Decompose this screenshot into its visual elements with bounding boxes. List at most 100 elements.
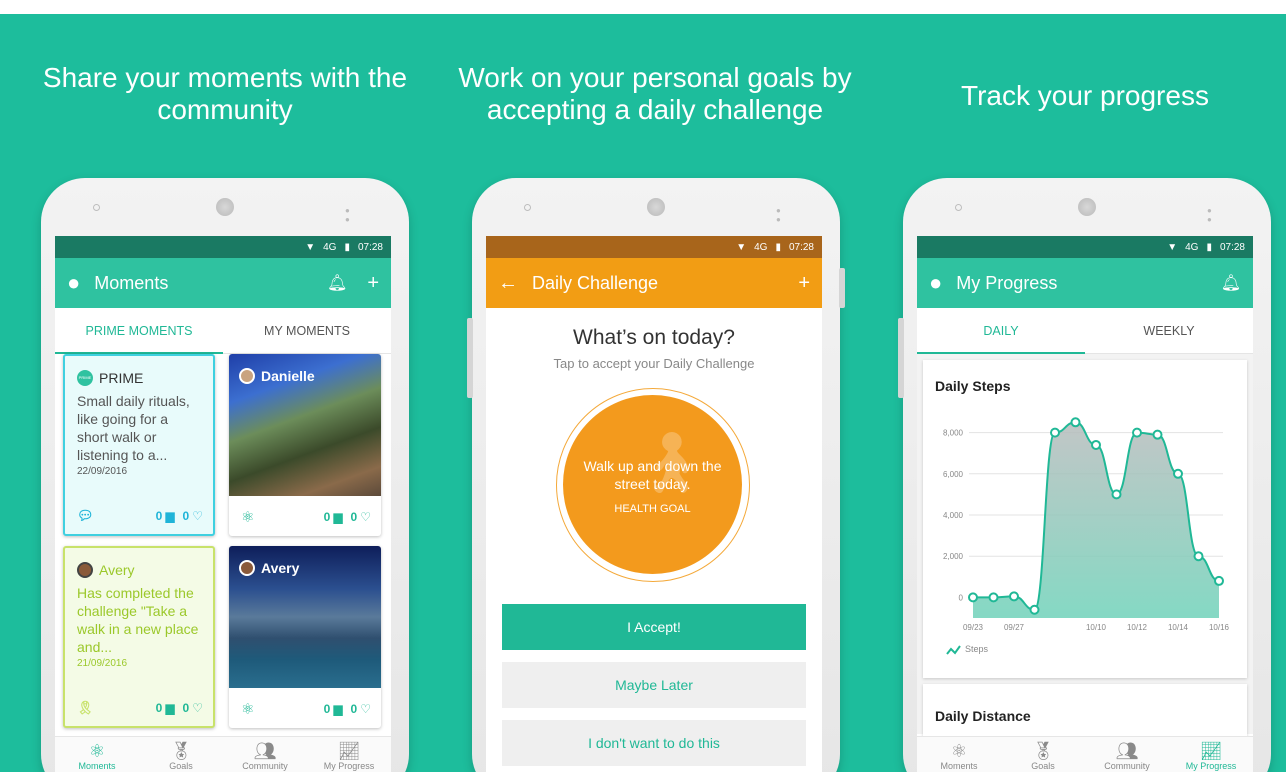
card-date: 22/09/2016 [77, 466, 128, 477]
app-bar: ● Moments 🔔︎ + [55, 258, 391, 308]
comment-icon[interactable]: ▆ [165, 509, 174, 523]
comment-count: 0 [155, 701, 163, 715]
comment-icon[interactable]: ▆ [333, 702, 342, 716]
bottom-nav: ⚛ Moments 🏅︎ Goals 👥︎ Community 📈︎ My Progre… [917, 736, 1253, 772]
maybe-later-button[interactable]: Maybe Later [502, 662, 806, 708]
y-tick-label: 4,000 [943, 511, 964, 520]
steps-chart: 8,000 6,000 4,000 2,000 0 09/23 09/27 10/10 10/1… [943, 417, 1230, 655]
side-button [467, 318, 473, 398]
wifi-icon: ▼ [736, 241, 747, 253]
nav-community[interactable]: 👥︎ Community [223, 737, 307, 772]
comment-count: 0 [323, 510, 331, 524]
medal-icon: 🏅︎ [1031, 741, 1055, 761]
nav-moments[interactable]: ⚛ Moments [55, 737, 139, 772]
card-footer: ⚛ 0 ▆ 0 ♡ [241, 508, 371, 526]
tab-prime-moments[interactable]: PRIME MOMENTS [55, 308, 223, 354]
bell-icon[interactable]: 🔔︎ [1221, 273, 1241, 293]
signal-icon: 4G [323, 241, 337, 253]
top-band [0, 0, 1286, 14]
side-button [898, 318, 904, 398]
nav-goals[interactable]: 🏅︎ Goals [1001, 737, 1085, 772]
challenge-circle[interactable]: 🚶︎ Walk up and down the street today. HE… [556, 388, 750, 582]
screen-title: Daily Challenge [532, 272, 659, 293]
tab-my-moments[interactable]: MY MOMENTS [223, 308, 391, 353]
heart-icon[interactable]: ♡ [360, 702, 371, 716]
battery-icon: ▮ [344, 241, 350, 253]
photo-bridge: Avery [229, 546, 381, 688]
camera [524, 204, 531, 211]
data-point [1214, 575, 1224, 586]
side-button [839, 268, 845, 308]
caption-challenge: Work on your personal goals by accepting… [458, 62, 852, 125]
chat-icon[interactable]: 💬︎ [77, 508, 94, 524]
y-tick-label: 6,000 [943, 470, 964, 479]
clock: 07:28 [357, 241, 383, 253]
x-tick-label: 09/27 [1004, 623, 1025, 632]
heart-icon[interactable]: ♡ [360, 510, 371, 524]
tab-weekly[interactable]: WEEKLY [1085, 308, 1253, 353]
speaker [216, 198, 234, 216]
avatar [239, 368, 255, 384]
add-icon[interactable]: + [367, 272, 379, 295]
data-point [1111, 489, 1122, 500]
atom-icon: ⚛ [88, 741, 106, 761]
y-tick-label: 2,000 [943, 552, 964, 561]
card-footer: 🎗︎ 0 ▆ 0 ♡ [77, 700, 203, 716]
moment-card-prime[interactable]: PRIME PRIME Small daily rituals, like go… [63, 354, 215, 536]
comment-icon[interactable]: ▆ [333, 510, 342, 524]
data-point [1193, 551, 1204, 562]
card-footer: ⚛ 0 ▆ 0 ♡ [241, 700, 371, 718]
nav-community[interactable]: 👥︎ Community [1085, 737, 1169, 772]
heart-icon[interactable]: ♡ [192, 509, 203, 523]
moment-card-photo[interactable]: Danielle ⚛ 0 ▆ 0 ♡ [229, 354, 381, 536]
data-point [1050, 427, 1060, 438]
like-count: 0 [182, 701, 190, 715]
like-count: 0 [182, 509, 190, 523]
moment-card-avery[interactable]: Avery Has completed the challenge "Take … [63, 546, 215, 728]
prime-badge: PRIME [77, 370, 93, 386]
avatar [239, 560, 255, 576]
nav-goals[interactable]: 🏅︎ Goals [139, 737, 223, 772]
nav-my-progress[interactable]: 📈︎ My Progress [307, 737, 391, 772]
phone-challenge: ● ● ▼ 4G ▮ 07:28 ← Daily Challenge + Wha… [467, 178, 845, 772]
accept-button[interactable]: I Accept! [502, 604, 806, 650]
data-point [968, 592, 978, 603]
caption-moments: Share your moments with the community [42, 62, 408, 125]
phone-moments: ● ● ▼ 4G ▮ 07:28 ● Moments 🔔︎ + PRIME MO… [41, 178, 409, 772]
data-point [1132, 427, 1142, 438]
moment-card-photo[interactable]: Avery ⚛ 0 ▆ 0 ♡ [229, 546, 381, 728]
tab-bar: DAILY WEEKLY [917, 308, 1253, 354]
clock: 07:28 [788, 241, 814, 253]
card-author: Avery [99, 562, 135, 578]
y-tick-label: 0 [959, 593, 964, 602]
nav-moments[interactable]: ⚛ Moments [917, 737, 1001, 772]
comment-count: 0 [155, 509, 163, 523]
challenge-tag: HEALTH GOAL [614, 503, 691, 515]
challenge-circle-inner: 🚶︎ Walk up and down the street today. HE… [563, 395, 742, 574]
profile-icon[interactable]: ● [929, 270, 942, 296]
sensor: ● ● [776, 206, 783, 224]
comment-icon[interactable]: ▆ [165, 701, 174, 715]
data-point [1152, 429, 1163, 440]
tab-bar: PRIME MOMENTS MY MOMENTS [55, 308, 391, 354]
nav-my-progress[interactable]: 📈︎ My Progress [1169, 737, 1253, 772]
sensor: ● ● [345, 206, 352, 224]
clock: 07:28 [1219, 241, 1245, 253]
camera [93, 204, 100, 211]
battery-icon: ▮ [775, 241, 781, 253]
card-footer: 💬︎ 0 ▆ 0 ♡ [77, 508, 203, 524]
decline-button[interactable]: I don't want to do this [502, 720, 806, 766]
profile-icon[interactable]: ● [67, 270, 80, 296]
photo-trees: Danielle [229, 354, 381, 496]
bell-icon[interactable]: 🔔︎ [327, 273, 347, 293]
add-icon[interactable]: + [798, 272, 810, 295]
data-point [988, 592, 999, 603]
app-bar: ← Daily Challenge + [486, 258, 822, 308]
legend-icon [946, 645, 961, 655]
heart-icon[interactable]: ♡ [192, 701, 203, 715]
legend-label: Steps [965, 644, 989, 654]
data-point [1029, 604, 1040, 615]
screen-progress: ▼ 4G ▮ 07:28 ● My Progress 🔔︎ DAILY WEEK… [917, 236, 1253, 772]
tab-daily[interactable]: DAILY [917, 308, 1085, 354]
back-arrow-icon[interactable]: ← [498, 272, 518, 295]
